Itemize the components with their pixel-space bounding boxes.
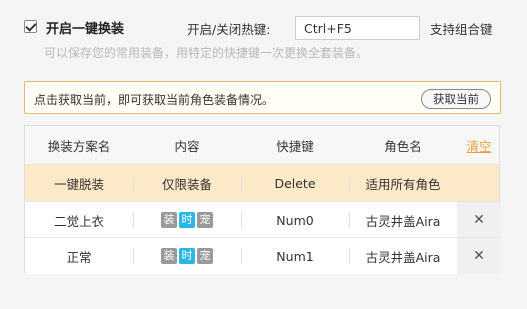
- header-role-name: 角色名: [384, 138, 422, 154]
- clear-link[interactable]: 清空: [466, 136, 491, 155]
- pet-tag: 宠: [197, 248, 213, 264]
- table-row[interactable]: 正常 装 时 宠 Num1 古灵井盖Aira ✕: [25, 237, 501, 274]
- hotkey-label: 开启/关闭热键:: [187, 22, 271, 37]
- scheme-name: 一键脱装: [53, 176, 104, 192]
- equipment-tag: 装: [161, 248, 177, 264]
- enable-switch-checkbox[interactable]: [24, 20, 37, 33]
- delete-row-button[interactable]: ✕: [457, 238, 501, 274]
- header-scheme-name: 换装方案名: [47, 138, 111, 154]
- delete-row-button[interactable]: ✕: [457, 202, 501, 238]
- fashion-tag: 时: [179, 212, 195, 228]
- hotkey-input[interactable]: [295, 16, 420, 40]
- combo-key-hint: 支持组合键: [430, 22, 493, 37]
- scheme-hotkey: Delete: [241, 165, 349, 201]
- fetch-notice-bar: 点击获取当前，即可获取当前角色装备情况。 获取当前: [24, 81, 501, 114]
- fashion-tag: 时: [179, 248, 195, 264]
- scheme-role: 古灵井盖Aira: [349, 202, 457, 238]
- equipment-tag: 装: [161, 212, 177, 228]
- pet-tag: 宠: [197, 212, 213, 228]
- scheme-name: 正常: [66, 249, 92, 265]
- table-header: 换装方案名 内容 快捷键 角色名 清空: [25, 126, 499, 164]
- scheme-role: 适用所有角色: [349, 165, 457, 201]
- clear-cell: 清空: [457, 126, 501, 164]
- empty-action-cell: [457, 165, 501, 201]
- header-hotkey: 快捷键: [276, 138, 314, 154]
- scheme-hotkey: Num0: [241, 202, 349, 238]
- table-row[interactable]: 一键脱装 仅限装备 Delete 适用所有角色: [25, 164, 499, 201]
- scheme-content-tags: 装 时 宠: [133, 202, 241, 238]
- scheme-hotkey: Num1: [241, 238, 349, 274]
- header-content: 内容: [174, 138, 200, 154]
- scheme-role: 古灵井盖Aira: [349, 238, 457, 274]
- scheme-content: 仅限装备: [133, 165, 241, 201]
- close-icon: ✕: [473, 212, 485, 228]
- scheme-content-tags: 装 时 宠: [133, 238, 241, 274]
- outfit-scheme-table: 换装方案名 内容 快捷键 角色名 清空 一键脱装 仅限装备 Delete 适用所…: [24, 125, 501, 274]
- scheme-name: 二觉上衣: [53, 213, 104, 229]
- feature-description: 可以保存您的常用装备，用特定的快捷键一次更换全套装备。: [44, 46, 369, 60]
- enable-switch-label[interactable]: 开启一键换装: [46, 18, 124, 37]
- hotkey-settings-row: 开启一键换装 开启/关闭热键: 支持组合键: [24, 16, 504, 40]
- table-row[interactable]: 二觉上衣 装 时 宠 Num0 古灵井盖Aira ✕: [25, 201, 501, 238]
- fetch-notice-text: 点击获取当前，即可获取当前角色装备情况。: [34, 93, 275, 107]
- fetch-current-button[interactable]: 获取当前: [421, 89, 491, 109]
- close-icon: ✕: [473, 248, 485, 264]
